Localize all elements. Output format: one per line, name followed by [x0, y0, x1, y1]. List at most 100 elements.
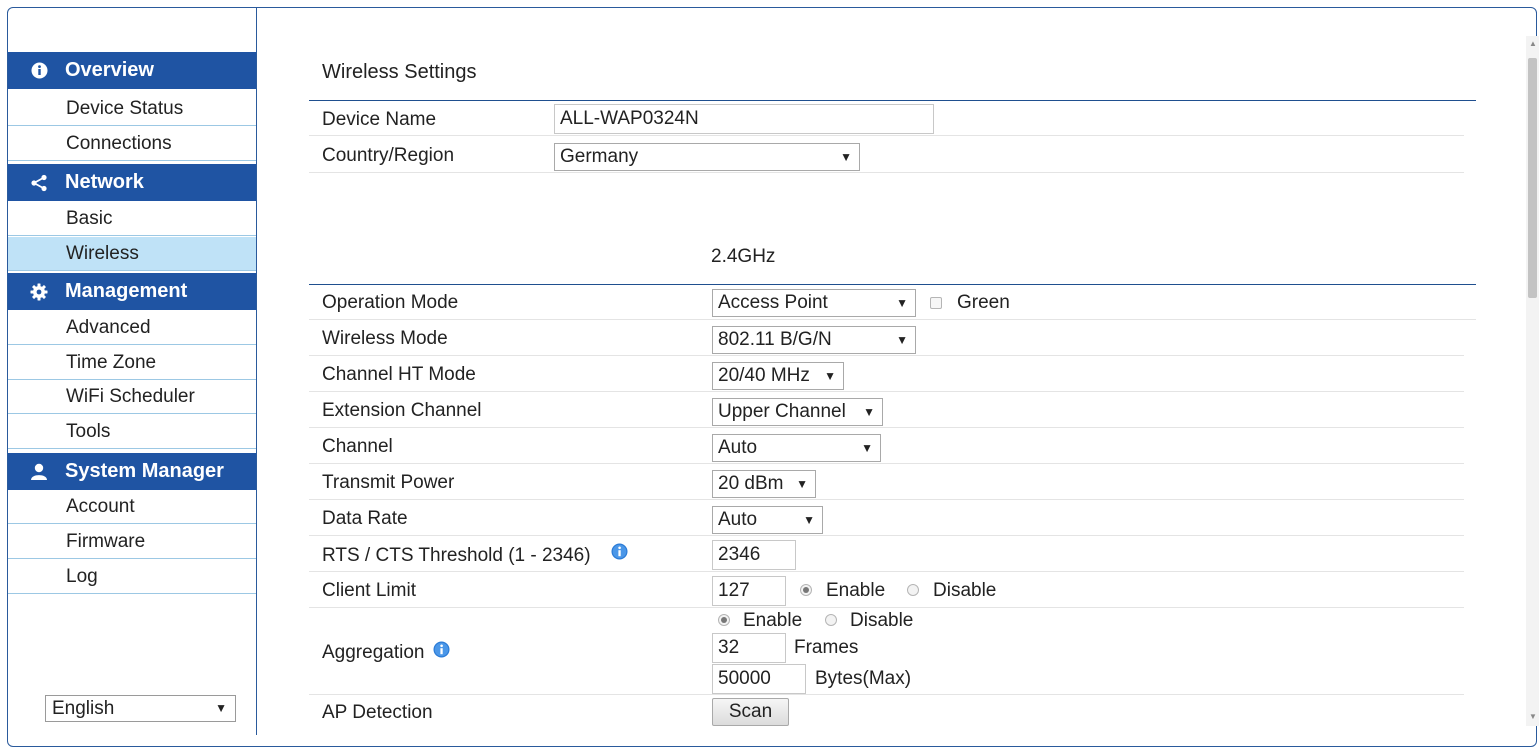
- scrollbar-thumb[interactable]: [1528, 58, 1537, 298]
- sidebar: Overview Device Status Connections Netwo…: [8, 8, 257, 735]
- data-rate-select[interactable]: Auto ▼: [712, 506, 823, 534]
- row-wireless-mode: Wireless Mode 802.11 B/G/N ▼: [309, 321, 1464, 356]
- extension-channel-select[interactable]: Upper Channel ▼: [712, 398, 883, 426]
- aggregation-disable-radio[interactable]: [825, 614, 837, 626]
- operation-mode-value: Access Point: [718, 292, 828, 313]
- row-ht-mode: Channel HT Mode 20/40 MHz ▼: [309, 357, 1464, 392]
- chevron-down-icon: ▼: [896, 296, 908, 310]
- aggregation-enable-radio[interactable]: [718, 614, 730, 626]
- chevron-down-icon: ▼: [861, 441, 873, 455]
- client-limit-enable-radio[interactable]: [800, 584, 812, 596]
- device-name-input[interactable]: ALL-WAP0324N: [554, 104, 934, 134]
- scroll-up-icon[interactable]: ▲: [1529, 39, 1537, 48]
- language-select[interactable]: English ▼: [45, 695, 236, 722]
- section-title: Network: [65, 171, 144, 193]
- row-device-name: Device Name ALL-WAP0324N: [309, 101, 1464, 136]
- rts-threshold-label: RTS / CTS Threshold (1 - 2346): [322, 545, 591, 566]
- vertical-scrollbar[interactable]: ▲ ▼: [1526, 36, 1539, 726]
- frames-label: Frames: [794, 637, 859, 658]
- sidebar-item-basic[interactable]: Basic: [8, 202, 256, 236]
- chevron-down-icon: ▼: [215, 701, 227, 715]
- row-aggregation: Aggregation Enable Disable 32 Frames 500…: [309, 609, 1464, 695]
- sidebar-item-tools[interactable]: Tools: [8, 415, 256, 449]
- row-country: Country/Region Germany ▼: [309, 138, 1464, 173]
- sidebar-item-connections[interactable]: Connections: [8, 127, 256, 161]
- transmit-power-select[interactable]: 20 dBm ▼: [712, 470, 816, 498]
- client-limit-enable-label: Enable: [826, 580, 886, 601]
- scan-button[interactable]: Scan: [712, 698, 789, 726]
- share-icon: [29, 164, 49, 201]
- sidebar-item-firmware[interactable]: Firmware: [8, 525, 256, 559]
- transmit-power-value: 20 dBm: [718, 473, 784, 494]
- row-client-limit: Client Limit 127 Enable Disable: [309, 573, 1464, 608]
- extension-channel-value: Upper Channel: [718, 401, 846, 422]
- sidebar-item-log[interactable]: Log: [8, 560, 256, 594]
- section-header-system-manager[interactable]: System Manager: [8, 453, 256, 490]
- client-limit-input[interactable]: 127: [712, 576, 786, 606]
- data-rate-label: Data Rate: [322, 508, 408, 529]
- frames-input[interactable]: 32: [712, 633, 786, 663]
- row-rts-threshold: RTS / CTS Threshold (1 - 2346) 2346: [309, 537, 1464, 572]
- info-icon[interactable]: [611, 543, 628, 560]
- chevron-down-icon: ▼: [803, 513, 815, 527]
- row-extension-channel: Extension Channel Upper Channel ▼: [309, 393, 1464, 428]
- section-header-overview[interactable]: Overview: [8, 52, 256, 89]
- language-value: English: [52, 698, 115, 719]
- wireless-mode-label: Wireless Mode: [322, 328, 448, 349]
- gear-icon: [29, 273, 49, 310]
- section-header-network[interactable]: Network: [8, 164, 256, 201]
- green-checkbox[interactable]: [930, 297, 942, 309]
- sidebar-item-account[interactable]: Account: [8, 490, 256, 524]
- aggregation-label: Aggregation: [322, 642, 425, 663]
- channel-select[interactable]: Auto ▼: [712, 434, 881, 462]
- chevron-down-icon: ▼: [796, 477, 808, 491]
- ht-mode-value: 20/40 MHz: [718, 365, 810, 386]
- wireless-mode-value: 802.11 B/G/N: [718, 329, 832, 350]
- channel-label: Channel: [322, 436, 393, 457]
- user-icon: [29, 453, 49, 490]
- extension-channel-label: Extension Channel: [322, 400, 482, 421]
- main-content: Wireless Settings Device Name ALL-WAP032…: [258, 8, 1520, 735]
- data-rate-value: Auto: [718, 509, 758, 530]
- info-icon: [29, 52, 49, 89]
- client-limit-disable-radio[interactable]: [907, 584, 919, 596]
- row-operation-mode: Operation Mode Access Point ▼ Green: [309, 285, 1476, 320]
- sidebar-item-advanced[interactable]: Advanced: [8, 311, 256, 345]
- section-title: Management: [65, 280, 188, 302]
- country-select[interactable]: Germany ▼: [554, 143, 860, 171]
- chevron-down-icon: ▼: [863, 405, 875, 419]
- ht-mode-select[interactable]: 20/40 MHz ▼: [712, 362, 844, 390]
- wireless-mode-select[interactable]: 802.11 B/G/N ▼: [712, 326, 916, 354]
- row-data-rate: Data Rate Auto ▼: [309, 501, 1464, 536]
- section-header-management[interactable]: Management: [8, 273, 256, 310]
- row-transmit-power: Transmit Power 20 dBm ▼: [309, 465, 1464, 500]
- country-label: Country/Region: [322, 145, 455, 166]
- channel-value: Auto: [718, 437, 758, 458]
- client-limit-disable-label: Disable: [933, 580, 997, 601]
- operation-mode-label: Operation Mode: [322, 292, 459, 313]
- ap-detection-label: AP Detection: [322, 702, 433, 723]
- ht-mode-label: Channel HT Mode: [322, 364, 476, 385]
- sidebar-item-device-status[interactable]: Device Status: [8, 92, 256, 126]
- bytes-label: Bytes(Max): [815, 668, 912, 689]
- section-title: System Manager: [65, 460, 224, 482]
- band-heading: 2.4GHz: [711, 246, 776, 267]
- aggregation-disable-label: Disable: [850, 610, 914, 631]
- rts-threshold-input[interactable]: 2346: [712, 540, 796, 570]
- device-name-label: Device Name: [322, 109, 437, 130]
- sidebar-item-wifi-scheduler[interactable]: WiFi Scheduler: [8, 380, 256, 414]
- operation-mode-select[interactable]: Access Point ▼: [712, 289, 916, 317]
- sidebar-item-wireless[interactable]: Wireless: [8, 237, 256, 271]
- chevron-down-icon: ▼: [896, 333, 908, 347]
- aggregation-enable-label: Enable: [743, 610, 803, 631]
- client-limit-label: Client Limit: [322, 580, 416, 601]
- info-icon[interactable]: [433, 641, 450, 658]
- country-value: Germany: [560, 146, 639, 167]
- sidebar-item-time-zone[interactable]: Time Zone: [8, 346, 256, 380]
- bytes-input[interactable]: 50000: [712, 664, 806, 694]
- scroll-down-icon[interactable]: ▼: [1529, 712, 1537, 721]
- transmit-power-label: Transmit Power: [322, 472, 455, 493]
- chevron-down-icon: ▼: [840, 150, 852, 164]
- row-channel: Channel Auto ▼: [309, 429, 1464, 464]
- row-ap-detection: AP Detection Scan: [309, 695, 1464, 730]
